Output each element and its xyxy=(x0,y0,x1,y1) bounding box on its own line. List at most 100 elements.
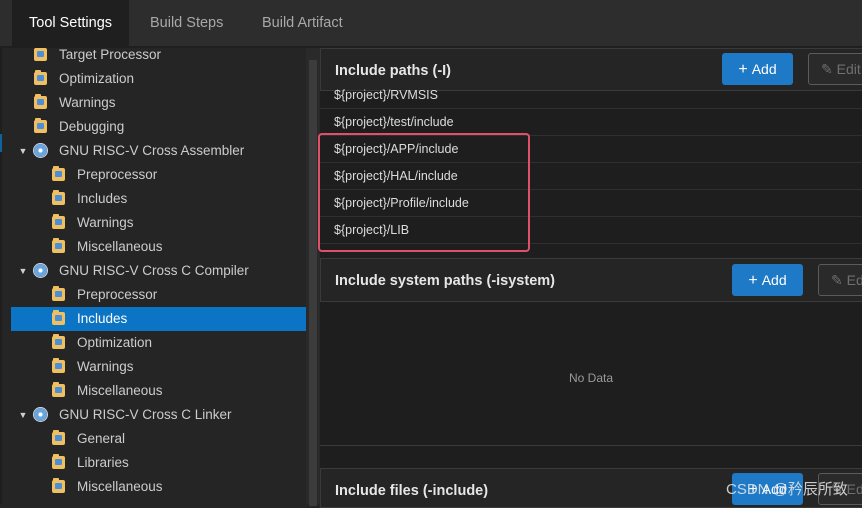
tree-item-label: Libraries xyxy=(77,455,129,470)
tree-item-miscellaneous[interactable]: Miscellaneous xyxy=(2,235,306,259)
tree-item-preprocessor[interactable]: Preprocessor xyxy=(2,283,306,307)
plus-icon: + xyxy=(748,272,758,289)
gear-icon xyxy=(34,144,47,157)
edit-label: Edit xyxy=(836,61,861,77)
folder-icon xyxy=(34,48,47,61)
include-files-edit-button[interactable]: ✎ Edit xyxy=(818,473,862,505)
plus-icon: + xyxy=(738,61,748,78)
tree-item-label: GNU RISC-V Cross Assembler xyxy=(59,143,245,158)
tree-item-label: Optimization xyxy=(59,71,135,86)
system-paths-add-button[interactable]: + Add xyxy=(732,264,803,296)
tree-item-target-processor[interactable]: Target Processor xyxy=(2,48,306,67)
tree-item-label: Warnings xyxy=(77,359,134,374)
system-paths-title: Include system paths (-isystem) xyxy=(335,273,555,289)
add-label: Add xyxy=(751,61,777,77)
include-files-title: Include files (-include) xyxy=(335,483,489,499)
empty-state-text: No Data xyxy=(568,371,614,385)
tree-item-preprocessor[interactable]: Preprocessor xyxy=(2,163,306,187)
include-path-row[interactable]: ${project}/APP/include xyxy=(320,136,862,163)
tree-item-gnu-risc-v-cross-assembler[interactable]: ▼ GNU RISC-V Cross Assembler xyxy=(2,139,306,163)
tree-item-includes[interactable]: Includes xyxy=(11,307,306,331)
include-files-header: Include files (-include) +Add ✎ Edit xyxy=(320,468,862,508)
tree-item-general[interactable]: General xyxy=(2,427,306,451)
tree-item-label: Miscellaneous xyxy=(77,239,163,254)
tree-item-label: Preprocessor xyxy=(77,287,158,302)
folder-icon xyxy=(34,118,47,133)
tree-item-miscellaneous[interactable]: Miscellaneous xyxy=(2,475,306,499)
scrollbar-thumb[interactable] xyxy=(309,60,317,506)
folder-icon xyxy=(52,358,65,373)
folder-icon xyxy=(52,478,65,493)
edit-label: Edit xyxy=(846,272,862,288)
folder-icon xyxy=(34,70,47,85)
tree-item-gnu-risc-v-cross-c-linker[interactable]: ▼ GNU RISC-V Cross C Linker xyxy=(2,403,306,427)
add-label: Add xyxy=(761,272,787,288)
pencil-icon: ✎ xyxy=(821,61,837,77)
folder-icon xyxy=(52,310,65,325)
tree-item-gnu-risc-v-cross-c-compiler[interactable]: ▼ GNU RISC-V Cross C Compiler xyxy=(2,259,306,283)
include-path-row[interactable]: ${project}/RVMSIS xyxy=(320,82,862,109)
chevron-down-icon[interactable]: ▼ xyxy=(18,259,28,283)
folder-icon xyxy=(52,238,65,253)
folder-icon xyxy=(52,190,65,205)
tree-item-label: GNU RISC-V Cross C Compiler xyxy=(59,263,249,278)
pencil-icon: ✎ xyxy=(831,272,847,288)
tree-scrollbar[interactable] xyxy=(306,48,320,506)
include-paths-add-button[interactable]: + Add xyxy=(722,53,793,85)
tree-item-label: General xyxy=(77,431,126,446)
settings-tree: Target Processor Optimization Warnings Debu… xyxy=(2,48,306,504)
tree-item-debugging[interactable]: Debugging xyxy=(2,115,306,139)
folder-icon xyxy=(52,334,65,349)
folder-icon xyxy=(52,214,65,229)
folder-icon xyxy=(52,454,65,469)
tree-item-label: Warnings xyxy=(59,95,116,110)
tree-item-label: Miscellaneous xyxy=(77,479,163,494)
include-path-row[interactable]: ${project}/Profile/include xyxy=(320,190,862,217)
tree-item-libraries[interactable]: Libraries xyxy=(2,451,306,475)
tab-build-artifact[interactable]: Build Artifact xyxy=(262,0,343,46)
chevron-down-icon[interactable]: ▼ xyxy=(18,403,28,427)
chevron-down-icon[interactable]: ▼ xyxy=(18,139,28,163)
tree-item-warnings[interactable]: Warnings xyxy=(2,91,306,115)
folder-icon xyxy=(34,94,47,109)
include-paths-list: ${project}/RVMSIS ${project}/test/include… xyxy=(320,88,862,257)
tree-item-label: Preprocessor xyxy=(77,167,158,182)
pencil-icon: ✎ xyxy=(831,481,847,497)
settings-panel: Include paths (-I) + Add ✎ Edit ${project… xyxy=(320,48,862,508)
tree-item-label: Includes xyxy=(77,311,128,326)
tab-bar: Tool Settings Build Steps Build Artifact xyxy=(0,0,862,46)
system-paths-edit-button[interactable]: ✎ Edit xyxy=(818,264,862,296)
tree-item-optimization[interactable]: Optimization xyxy=(2,331,306,355)
folder-icon xyxy=(52,166,65,181)
tree-item-label: GNU RISC-V Cross C Linker xyxy=(59,407,232,422)
system-paths-list: No Data xyxy=(320,302,862,446)
include-paths-title: Include paths (-I) xyxy=(335,63,451,79)
tree-item-label: Debugging xyxy=(59,119,125,134)
tree-item-label: Includes xyxy=(77,191,128,206)
tree-item-label: Warnings xyxy=(77,215,134,230)
gear-icon xyxy=(34,408,47,421)
edit-label: Edit xyxy=(846,481,862,497)
tab-tool-settings[interactable]: Tool Settings xyxy=(12,0,129,46)
plus-icon: + xyxy=(748,481,758,498)
tree-item-warnings[interactable]: Warnings xyxy=(2,211,306,235)
tree-item-warnings[interactable]: Warnings xyxy=(2,355,306,379)
include-path-row[interactable]: ${project}/LIB xyxy=(320,217,862,244)
include-path-row[interactable]: ${project}/test/include xyxy=(320,109,862,136)
tree-item-label: Miscellaneous xyxy=(77,383,163,398)
folder-icon xyxy=(52,430,65,445)
system-paths-header: Include system paths (-isystem) + Add ✎ E… xyxy=(320,258,862,302)
tree-item-label: Target Processor xyxy=(59,48,162,62)
folder-icon xyxy=(52,286,65,301)
include-path-row[interactable]: ${project}/HAL/include xyxy=(320,163,862,190)
tree-item-miscellaneous[interactable]: Miscellaneous xyxy=(2,379,306,403)
add-label: Add xyxy=(761,481,787,497)
include-paths-edit-button[interactable]: ✎ Edit xyxy=(808,53,862,85)
folder-icon xyxy=(52,382,65,397)
tree-item-label: Optimization xyxy=(77,335,153,350)
tab-build-steps[interactable]: Build Steps xyxy=(150,0,223,46)
gear-icon xyxy=(34,264,47,277)
include-files-add-button[interactable]: + Add xyxy=(732,473,803,505)
tree-item-optimization[interactable]: Optimization xyxy=(2,67,306,91)
tree-item-includes[interactable]: Includes xyxy=(2,187,306,211)
